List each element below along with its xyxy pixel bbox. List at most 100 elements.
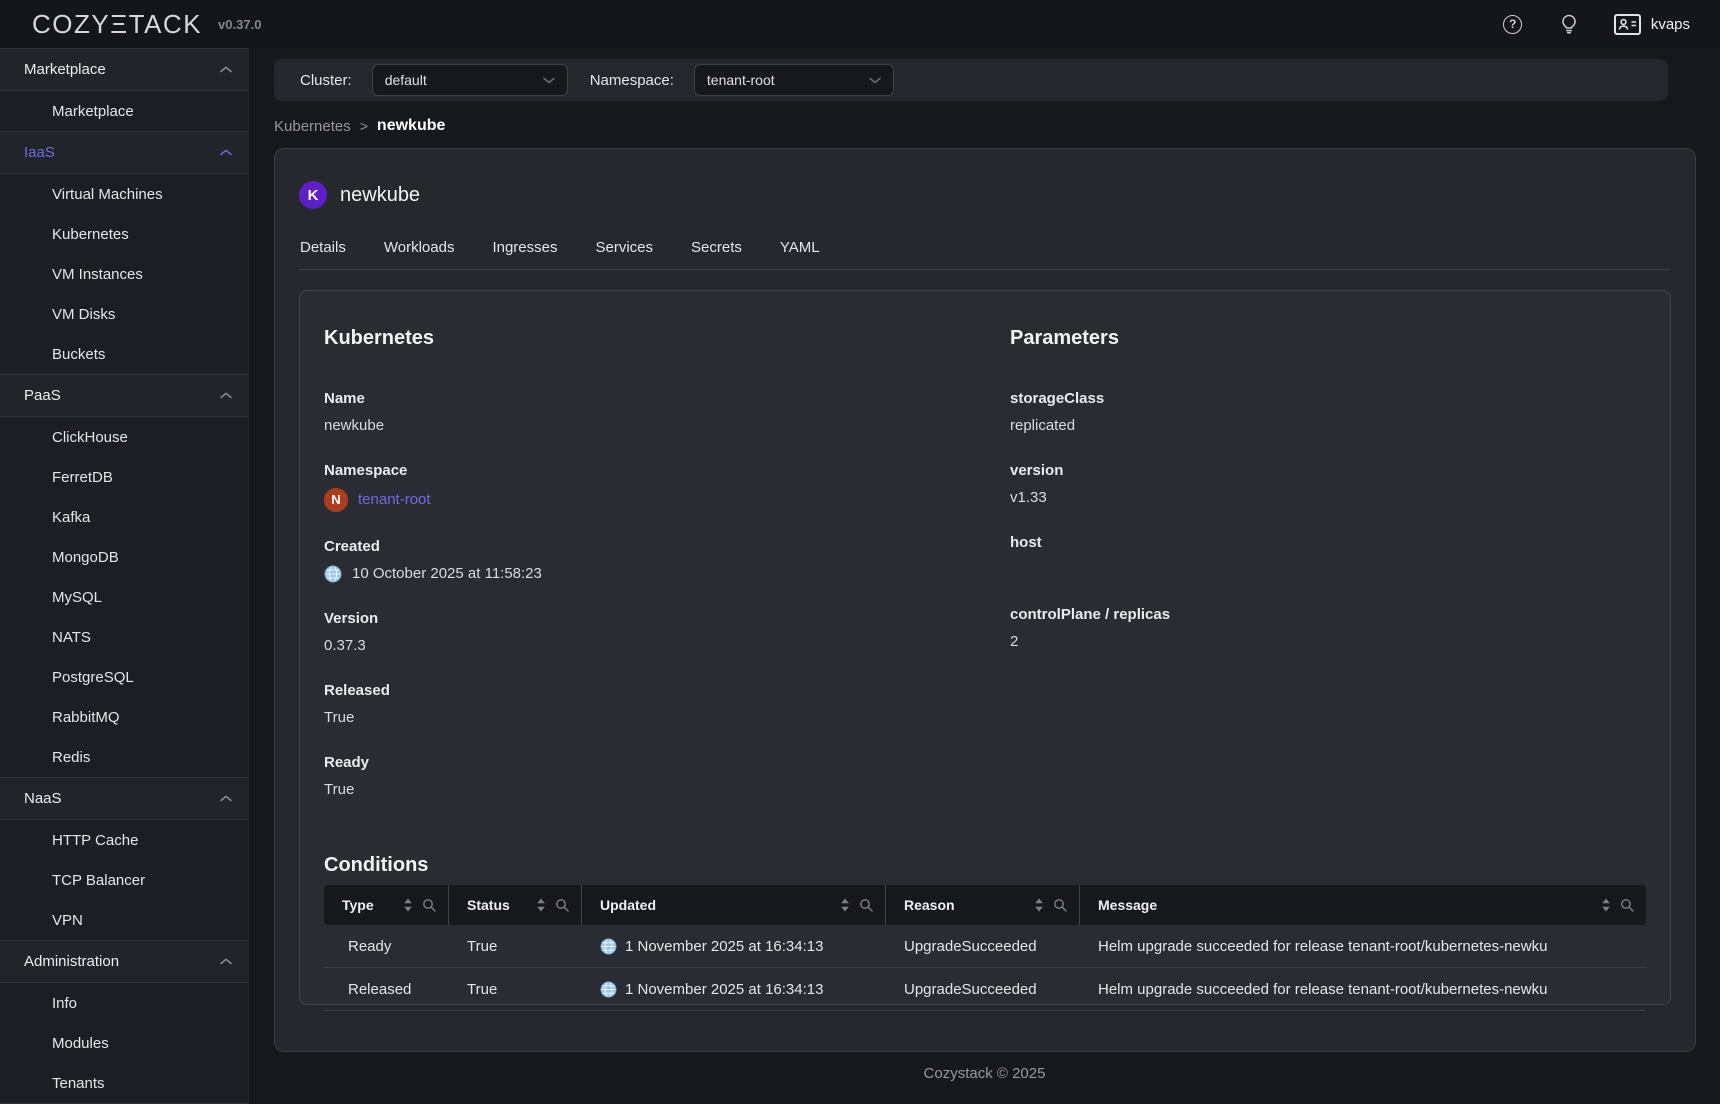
sidebar-item[interactable]: VM Disks [0, 294, 248, 334]
sidebar-item[interactable]: MySQL [0, 577, 248, 617]
user-card-icon [1614, 14, 1641, 35]
sidebar-group-header[interactable]: IaaS [0, 132, 248, 174]
theme-toggle-button[interactable] [1554, 9, 1584, 39]
sidebar-item-label: Redis [52, 749, 90, 766]
chevron-up-icon [220, 66, 232, 73]
sidebar-item-label: MySQL [52, 589, 102, 606]
sidebar-item[interactable]: RabbitMQ [0, 697, 248, 737]
sort-icon[interactable] [1034, 898, 1044, 912]
namespace-select-value: tenant-root [707, 72, 775, 88]
sidebar-group-header[interactable]: NaaS [0, 778, 248, 820]
sidebar-item[interactable]: ClickHouse [0, 417, 248, 457]
details-left-column: Kubernetes Name newkube [324, 327, 1010, 826]
sidebar-group-label: PaaS [24, 387, 61, 404]
sidebar-item[interactable]: VM Instances [0, 254, 248, 294]
field-label: version [1010, 462, 1646, 480]
sidebar-group-header[interactable]: PaaS [0, 375, 248, 417]
field-value: True [324, 780, 1010, 800]
chevron-down-icon [543, 77, 555, 84]
detail-field: storageClass replicated [1010, 390, 1646, 436]
search-icon[interactable] [1053, 898, 1067, 912]
section-heading: Parameters [1010, 327, 1646, 350]
cell-reason: UpgradeSucceeded [886, 938, 1080, 955]
filter-bar: Cluster: default Namespace: tenant-root [274, 59, 1668, 101]
tab[interactable]: YAML [779, 239, 821, 270]
field-label: host [1010, 534, 1646, 552]
detail-field: Released True [324, 682, 1010, 728]
breadcrumb-parent[interactable]: Kubernetes [274, 118, 351, 135]
sidebar-group-header[interactable]: Marketplace [0, 49, 248, 91]
cluster-select[interactable]: default [372, 64, 568, 96]
sidebar-item-label: Virtual Machines [52, 186, 163, 203]
sidebar-item[interactable]: FerretDB [0, 457, 248, 497]
main-content: Cluster: default Namespace: tenant-root … [249, 48, 1720, 1104]
sidebar-group-label: Marketplace [24, 61, 106, 78]
help-button[interactable]: ? [1498, 9, 1528, 39]
tab[interactable]: Ingresses [491, 239, 558, 270]
field-label: Ready [324, 754, 1010, 772]
sidebar-group-header[interactable]: Administration [0, 941, 248, 983]
search-icon[interactable] [1620, 898, 1634, 912]
sidebar-item[interactable]: Buckets [0, 334, 248, 374]
chevron-down-icon [869, 77, 881, 84]
sort-icon[interactable] [840, 898, 850, 912]
column-tools [840, 898, 873, 912]
search-icon[interactable] [555, 898, 569, 912]
tab[interactable]: Services [595, 239, 655, 270]
field-value-text[interactable]: tenant-root [358, 490, 431, 510]
detail-field: version v1.33 [1010, 462, 1646, 508]
sidebar-nav: Marketplace Marketplace [0, 48, 248, 1103]
sort-icon[interactable] [403, 898, 413, 912]
column-label: Reason [904, 897, 955, 913]
sidebar-item-label: Info [52, 995, 77, 1012]
table-column-header: Updated [582, 885, 886, 925]
conditions-heading: Conditions [324, 854, 1646, 877]
sidebar-item[interactable]: Kubernetes [0, 214, 248, 254]
sidebar-item[interactable]: Tenants [0, 1063, 248, 1103]
sidebar-item[interactable]: Info [0, 983, 248, 1023]
field-value-text: v1.33 [1010, 488, 1047, 508]
field-value-text: 0.37.3 [324, 636, 366, 656]
sidebar-item[interactable]: Redis [0, 737, 248, 777]
sidebar-item[interactable]: TCP Balancer [0, 860, 248, 900]
footer-text: Cozystack © 2025 [249, 1052, 1720, 1082]
detail-field: host [1010, 534, 1646, 580]
resource-badge: K [299, 181, 327, 209]
field-label: storageClass [1010, 390, 1646, 408]
table-column-header: Type [324, 885, 449, 925]
sidebar-item[interactable]: Marketplace [0, 91, 248, 131]
sort-icon[interactable] [536, 898, 546, 912]
sidebar-group-items: Virtual Machines Kubernetes VM Instances [0, 174, 248, 374]
sidebar-item[interactable]: VPN [0, 900, 248, 940]
column-tools [403, 898, 436, 912]
sidebar-item[interactable]: PostgreSQL [0, 657, 248, 697]
search-icon[interactable] [859, 898, 873, 912]
sidebar-group-items: Info Modules Tenants [0, 983, 248, 1103]
sidebar-item-label: PostgreSQL [52, 669, 134, 686]
table-column-header: Status [449, 885, 582, 925]
sidebar-item-label: Buckets [52, 346, 105, 363]
sidebar-group: IaaS Virtual Machines K [0, 131, 248, 374]
sidebar-item[interactable]: Modules [0, 1023, 248, 1063]
sidebar-item[interactable]: Kafka [0, 497, 248, 537]
detail-field: Ready True [324, 754, 1010, 800]
tab[interactable]: Workloads [383, 239, 456, 270]
sidebar-item[interactable]: NATS [0, 617, 248, 657]
table-column-header: Reason [886, 885, 1080, 925]
sidebar-item[interactable]: Virtual Machines [0, 174, 248, 214]
sidebar-item[interactable]: HTTP Cache [0, 820, 248, 860]
tab[interactable]: Details [299, 239, 347, 270]
updated-text: 1 November 2025 at 16:34:13 [625, 938, 823, 955]
field-label: Namespace [324, 462, 1010, 480]
chevron-up-icon [220, 795, 232, 802]
field-value-text: newkube [324, 416, 384, 436]
tab[interactable]: Secrets [690, 239, 743, 270]
sort-icon[interactable] [1601, 898, 1611, 912]
namespace-select[interactable]: tenant-root [694, 64, 894, 96]
cell-reason: UpgradeSucceeded [886, 981, 1080, 998]
user-menu[interactable]: kvaps [1614, 14, 1690, 35]
conditions-table-header: Type [324, 885, 1646, 925]
sidebar-item[interactable]: MongoDB [0, 537, 248, 577]
username: kvaps [1651, 16, 1690, 33]
search-icon[interactable] [422, 898, 436, 912]
